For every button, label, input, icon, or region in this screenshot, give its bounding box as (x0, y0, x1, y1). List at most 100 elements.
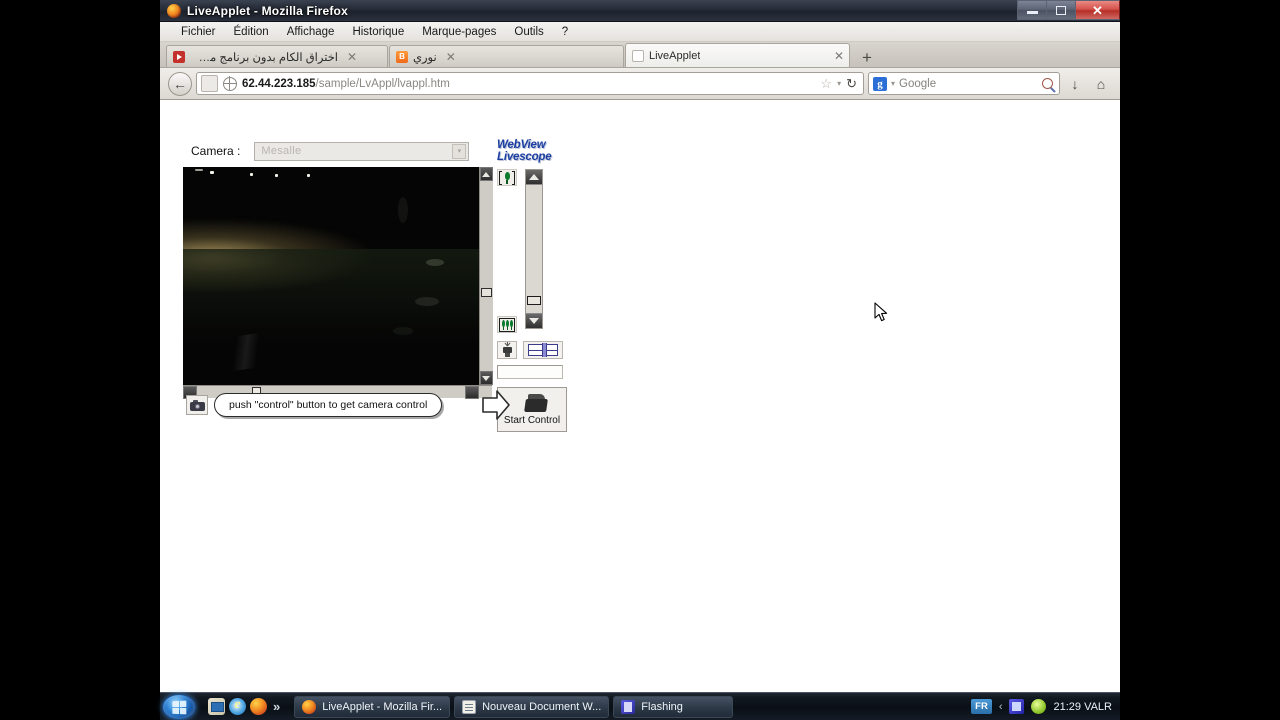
vertical-scroll-track[interactable] (479, 181, 493, 371)
tab-label: نوري (413, 51, 437, 64)
zoom-slider-track[interactable] (526, 185, 542, 313)
screen: LiveApplet - Mozilla Firefox ✕ Fichier É… (0, 0, 1280, 720)
snapshot-button[interactable] (186, 395, 208, 415)
search-input[interactable]: Google (899, 78, 1038, 90)
menu-bar: Fichier Édition Affichage Historique Mar… (160, 22, 1120, 42)
menu-item-edition[interactable]: Édition (225, 24, 278, 40)
system-tray: FR ‹ 21:29 VALR (971, 699, 1120, 714)
panorama-view-button[interactable] (523, 341, 563, 359)
maximize-restore-button[interactable] (1046, 0, 1075, 20)
menu-item-fichier[interactable]: Fichier (172, 24, 225, 40)
tab-youtube-arabic[interactable]: اختراق الكام بدون برنامج من اساسه الى...… (166, 45, 388, 67)
network-icon[interactable] (1009, 699, 1025, 714)
language-indicator[interactable]: FR (971, 699, 992, 714)
security-shield-icon[interactable] (1031, 699, 1047, 714)
downloads-icon[interactable]: ↓ (1064, 76, 1086, 92)
navigation-toolbar: ← 62.44.223.185/sample/LvAppl/lvappl.htm… (160, 68, 1120, 100)
callout-arrow-icon (481, 389, 511, 421)
chevron-down-icon[interactable]: ▾ (452, 143, 467, 159)
internet-explorer-icon[interactable] (229, 697, 246, 715)
taskbar-buttons: LiveApplet - Mozilla Fir... Nouveau Docu… (294, 695, 734, 718)
vertical-scroll-thumb[interactable] (480, 288, 492, 297)
window-controls: ✕ (1017, 0, 1120, 21)
taskbar-item-flashing[interactable]: Flashing (613, 695, 734, 718)
instruction-callout: push "control" button to get camera cont… (214, 393, 443, 417)
mouse-cursor (874, 302, 890, 324)
flashing-icon (621, 699, 636, 714)
taskbar-item-document[interactable]: Nouveau Document W... (454, 695, 610, 718)
zoom-controls (497, 169, 573, 333)
scroll-up-button[interactable] (479, 167, 493, 181)
zoom-slider-thumb[interactable] (527, 296, 541, 305)
chevron-down-icon[interactable]: ▾ (837, 79, 841, 88)
home-icon[interactable]: ⌂ (1090, 76, 1112, 92)
menu-item-marque-pages[interactable]: Marque-pages (413, 24, 505, 40)
close-button[interactable]: ✕ (1075, 0, 1120, 20)
tray-overflow-icon[interactable]: ‹ (999, 701, 1003, 713)
google-icon[interactable]: g (873, 76, 887, 91)
new-tab-button[interactable]: + (854, 47, 880, 67)
panorama-icon (528, 343, 558, 357)
clock[interactable]: 21:29 VALR (1053, 701, 1112, 713)
menu-item-help[interactable]: ? (553, 24, 577, 40)
windows-taskbar: » LiveApplet - Mozilla Fir... Nouveau Do… (160, 692, 1120, 720)
tab-blogger-arabic[interactable]: B نوري ✕ (389, 45, 624, 67)
camera-control-icon (517, 393, 548, 414)
start-control-label: Start Control (503, 414, 561, 426)
menu-item-affichage[interactable]: Affichage (278, 24, 344, 40)
chevron-down-icon[interactable]: ▾ (891, 79, 895, 88)
logo-line-1: WebView (497, 139, 546, 151)
back-button[interactable]: ← (168, 71, 192, 96)
telephoto-zoom-button[interactable] (497, 169, 517, 186)
tab-strip: اختراق الكام بدون برنامج من اساسه الى...… (160, 42, 1120, 68)
menu-item-historique[interactable]: Historique (343, 24, 413, 40)
url-path: /sample/LvAppl/lvappl.htm (315, 77, 450, 90)
camera-select-value: Mesalle (261, 145, 302, 157)
zoom-out-button[interactable] (526, 313, 542, 328)
video-vertical-scrollbar[interactable] (479, 167, 493, 385)
taskbar-item-label: Nouveau Document W... (482, 700, 602, 713)
tab-liveapplet[interactable]: LiveApplet ✕ (625, 43, 850, 67)
backlight-compensation-button[interactable] (497, 341, 517, 359)
reload-icon[interactable]: ↻ (846, 76, 857, 92)
telephoto-tree-icon (499, 170, 515, 185)
tab-close-icon[interactable]: ✕ (347, 51, 357, 63)
scroll-down-button[interactable] (479, 371, 493, 385)
zoom-slider[interactable] (525, 169, 543, 329)
address-bar[interactable]: 62.44.223.185/sample/LvAppl/lvappl.htm ☆… (196, 72, 864, 95)
firefox-icon[interactable] (250, 698, 267, 715)
globe-icon (222, 76, 237, 91)
search-bar[interactable]: g ▾ Google (868, 72, 1060, 95)
scroll-right-button[interactable] (465, 386, 479, 399)
camera-select[interactable]: Mesalle ▾ (254, 141, 470, 161)
logo-line-2: Livescope (497, 150, 552, 163)
quick-launch-bar: » (202, 697, 286, 715)
url-text: 62.44.223.185/sample/LvAppl/lvappl.htm (242, 78, 815, 90)
taskbar-item-liveapplet[interactable]: LiveApplet - Mozilla Fir... (294, 695, 451, 718)
tab-label: LiveApplet (649, 49, 701, 62)
webview-livescope-logo: WebView Livescope (497, 139, 573, 163)
menu-item-outils[interactable]: Outils (505, 24, 552, 40)
camera-snapshot-icon (189, 399, 205, 411)
liveapplet-container: Camera : Mesalle ▾ WebView Livescope Sta… (183, 139, 573, 432)
url-host: 62.44.223.185 (242, 77, 316, 90)
firefox-logo-icon (167, 3, 181, 18)
bookmark-star-icon[interactable]: ☆ (820, 76, 832, 92)
zoom-in-button[interactable] (526, 170, 542, 185)
search-icon[interactable] (1042, 78, 1053, 89)
firefox-icon (302, 699, 317, 714)
show-desktop-icon[interactable] (208, 698, 225, 715)
tab-close-icon[interactable]: ✕ (834, 50, 844, 62)
page-content: Camera : Mesalle ▾ WebView Livescope Sta… (160, 100, 1120, 720)
minimize-button[interactable] (1017, 0, 1046, 20)
quick-launch-overflow-icon[interactable]: » (273, 699, 280, 714)
site-identity-icon[interactable] (201, 75, 218, 92)
tab-close-icon[interactable]: ✕ (446, 51, 456, 63)
start-button[interactable] (162, 693, 196, 720)
taskbar-item-label: Flashing (641, 700, 683, 713)
camera-video-view[interactable] (183, 167, 479, 385)
blank-page-icon (632, 49, 644, 62)
tab-label: اختراق الكام بدون برنامج من اساسه الى... (190, 51, 338, 64)
window-title: LiveApplet - Mozilla Firefox (187, 3, 348, 18)
wide-angle-zoom-button[interactable] (497, 316, 517, 333)
